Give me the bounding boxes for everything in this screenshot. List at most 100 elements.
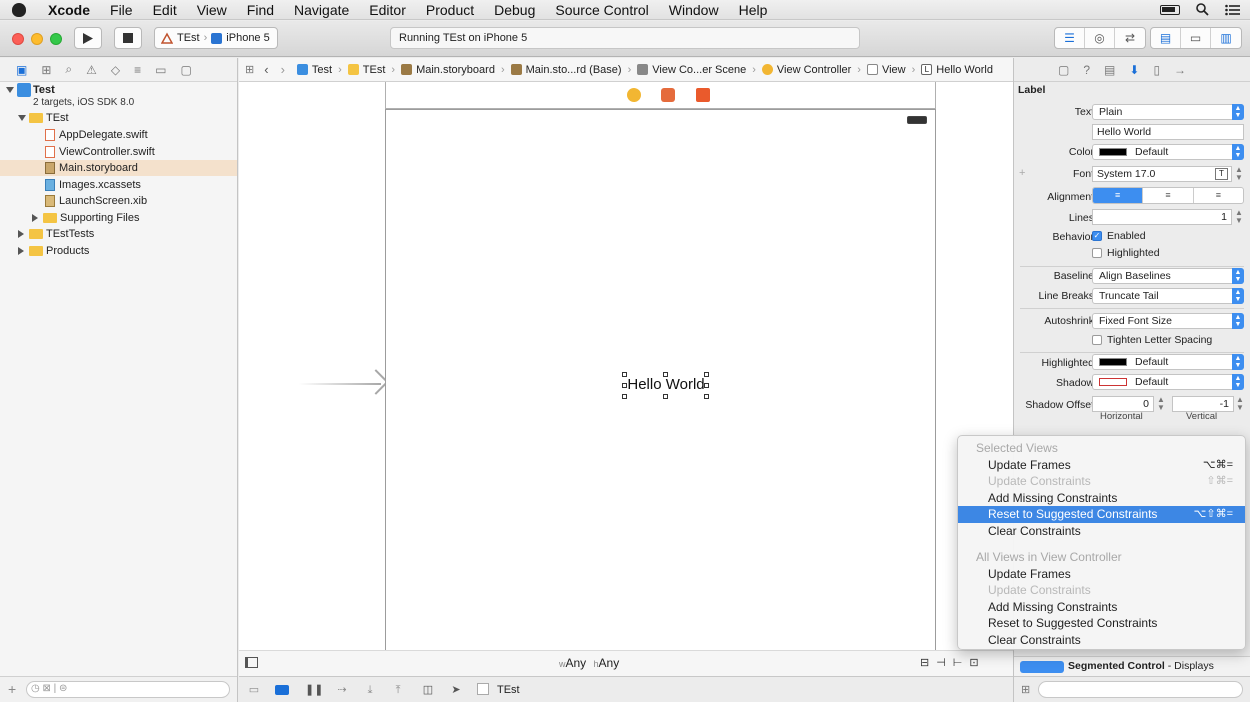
storyboard-canvas[interactable]: Hello World: [239, 82, 1013, 650]
attributes-inspector-icon[interactable]: ⬇: [1129, 63, 1139, 77]
tree-item-launchscreen[interactable]: LaunchScreen.xib: [0, 193, 237, 209]
log-navigator-icon[interactable]: ▢: [181, 63, 192, 77]
disclosure-icon[interactable]: [18, 247, 24, 256]
enabled-checkbox[interactable]: ✓ Enabled: [1092, 230, 1146, 242]
crumb-storyboard[interactable]: Main.storyboard: [401, 64, 495, 76]
apple-icon[interactable]: [12, 2, 26, 17]
version-editor-icon[interactable]: ⇄: [1115, 28, 1145, 48]
lines-field[interactable]: 1: [1092, 209, 1232, 225]
editor-mode-segmented[interactable]: ☰ ◎ ⇄: [1054, 27, 1146, 49]
menu-window[interactable]: Window: [669, 2, 719, 18]
view-controller-icon[interactable]: [627, 88, 641, 102]
test-navigator-icon[interactable]: ◇: [111, 63, 120, 77]
menu-item-all-clear-constraints[interactable]: Clear Constraints: [958, 632, 1245, 649]
resize-handle[interactable]: [622, 383, 627, 388]
linebreaks-popup[interactable]: Truncate Tail ▲ ▼: [1092, 288, 1244, 304]
step-into-icon[interactable]: ⤓: [363, 684, 377, 696]
view-controller-scene[interactable]: Hello World: [385, 109, 936, 650]
add-variation-icon[interactable]: +: [1019, 167, 1025, 179]
resize-handle[interactable]: [622, 372, 627, 377]
issue-navigator-icon[interactable]: ⚠: [86, 63, 97, 77]
shadow-horizontal-field[interactable]: 0: [1092, 396, 1154, 412]
tree-item-appdelegate[interactable]: AppDelegate.swift: [0, 127, 237, 143]
hello-world-label[interactable]: Hello World: [624, 374, 708, 396]
text-value-field[interactable]: Hello World: [1092, 124, 1244, 140]
menu-file[interactable]: File: [110, 2, 133, 18]
file-inspector-icon[interactable]: ▢: [1058, 63, 1069, 77]
menu-app[interactable]: Xcode: [48, 2, 90, 18]
identity-inspector-icon[interactable]: ▤: [1104, 63, 1115, 77]
resize-handle[interactable]: [704, 394, 709, 399]
connections-inspector-icon[interactable]: →: [1174, 63, 1186, 77]
forward-icon[interactable]: ›: [281, 62, 285, 77]
menu-navigate[interactable]: Navigate: [294, 2, 349, 18]
spotlight-search-icon[interactable]: [1196, 3, 1209, 16]
crumb-group[interactable]: TEst: [347, 64, 385, 76]
align-right-icon[interactable]: ≡: [1192, 188, 1243, 203]
align-center-icon[interactable]: ≡: [1142, 188, 1192, 203]
toggle-debug-area-icon[interactable]: ▭: [1181, 28, 1211, 48]
font-field[interactable]: System 17.0 T: [1092, 166, 1232, 182]
minimize-window-button[interactable]: [31, 33, 43, 45]
library-item-row[interactable]: Segmented Control - Displays: [1014, 656, 1250, 676]
project-root-row[interactable]: Test 2 targets, iOS SDK 8.0: [0, 82, 237, 112]
standard-editor-icon[interactable]: ☰: [1055, 28, 1085, 48]
menu-help[interactable]: Help: [739, 2, 768, 18]
grid-view-icon[interactable]: ⊞: [1021, 683, 1030, 696]
crumb-storyboard-base[interactable]: Main.sto...rd (Base): [510, 64, 622, 76]
resize-handle[interactable]: [663, 372, 668, 377]
add-icon[interactable]: +: [8, 681, 16, 697]
pause-icon[interactable]: ❚❚: [305, 684, 323, 696]
highlighted-color-popup[interactable]: Default ▲ ▼: [1092, 354, 1244, 370]
tree-group-test[interactable]: TEst: [0, 110, 237, 126]
crumb-view-controller[interactable]: View Controller: [761, 64, 851, 76]
font-picker-icon[interactable]: T: [1215, 168, 1228, 180]
crumb-view[interactable]: View: [866, 64, 906, 76]
stepper-icon[interactable]: ▲ ▼: [1236, 396, 1244, 412]
recent-files-icon[interactable]: ◷ ⊠ | ⊜: [31, 683, 67, 694]
run-button[interactable]: [74, 27, 102, 49]
menu-item-all-update-frames[interactable]: Update Frames: [958, 566, 1245, 583]
notification-center-icon[interactable]: [1225, 4, 1240, 16]
resize-handle[interactable]: [704, 372, 709, 377]
autolayout-buttons[interactable]: ⊟⊣⊢⊡: [920, 656, 986, 669]
battery-icon[interactable]: [1160, 4, 1180, 15]
color-popup[interactable]: Default ▲ ▼: [1092, 144, 1244, 160]
library-filter-input[interactable]: [1038, 681, 1243, 698]
hide-debug-area-icon[interactable]: ▭: [247, 684, 261, 696]
assistant-editor-icon[interactable]: ◎: [1085, 28, 1115, 48]
resize-handle[interactable]: [622, 394, 627, 399]
disclosure-icon[interactable]: [6, 87, 14, 94]
stepper-icon[interactable]: ▲ ▼: [1157, 396, 1165, 412]
tree-group-testtests[interactable]: TEstTests: [0, 226, 237, 242]
document-outline-toggle-icon[interactable]: [245, 657, 258, 668]
size-class-control[interactable]: wAny hAny: [559, 656, 619, 670]
menu-item-update-frames[interactable]: Update Frames ⌥⌘=: [958, 457, 1245, 474]
location-icon[interactable]: ➤: [449, 684, 463, 696]
disclosure-icon[interactable]: [32, 214, 38, 223]
menu-find[interactable]: Find: [247, 2, 274, 18]
menu-editor[interactable]: Editor: [369, 2, 406, 18]
menu-item-clear-constraints[interactable]: Clear Constraints: [958, 523, 1245, 540]
tree-group-products[interactable]: Products: [0, 243, 237, 259]
find-navigator-icon[interactable]: ⌕: [65, 62, 72, 77]
first-responder-icon[interactable]: [661, 88, 675, 102]
size-inspector-icon[interactable]: ▯: [1153, 63, 1160, 77]
alignment-segmented[interactable]: ≡ ≡ ≡: [1092, 187, 1244, 204]
stop-button[interactable]: [114, 27, 142, 49]
tree-item-images-xcassets[interactable]: Images.xcassets: [0, 177, 237, 193]
breakpoint-navigator-icon[interactable]: ▭: [155, 63, 166, 77]
project-navigator-icon[interactable]: ▣: [16, 63, 27, 77]
close-window-button[interactable]: [12, 33, 24, 45]
tree-item-main-storyboard[interactable]: Main.storyboard: [0, 160, 237, 176]
crumb-project[interactable]: Test: [296, 64, 332, 76]
step-out-icon[interactable]: ⤒: [391, 684, 405, 696]
baseline-popup[interactable]: Align Baselines ▲ ▼: [1092, 268, 1244, 284]
resize-handle[interactable]: [704, 383, 709, 388]
menu-product[interactable]: Product: [426, 2, 474, 18]
menu-debug[interactable]: Debug: [494, 2, 535, 18]
disclosure-icon[interactable]: [18, 230, 24, 239]
view-debugger-icon[interactable]: ◫: [421, 684, 435, 696]
menu-item-add-missing-constraints[interactable]: Add Missing Constraints: [958, 490, 1245, 507]
toggle-utilities-icon[interactable]: ▥: [1211, 28, 1241, 48]
